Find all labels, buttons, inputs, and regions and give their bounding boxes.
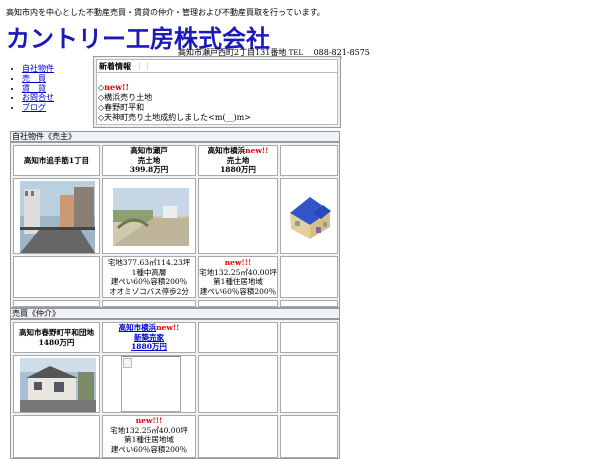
property-title-block[interactable]: 高知市横浜new!! 売土地 1880万円 [198,145,278,176]
new-badge: new!! [156,323,180,332]
property-title: 高知市横浜 [207,146,246,155]
property-title-block[interactable]: 高知市横浜new!! 新築売家 1880万円 [102,322,196,353]
property-photo-house[interactable] [20,358,96,412]
detail-cell: 宅地377.63㎡114.23坪 1種中高層 建ぺい60％容積200％ オオミゾ… [102,256,196,298]
photo-cell[interactable] [102,178,196,254]
broken-image-icon[interactable] [121,356,181,412]
detail-cell [280,256,338,298]
nav-link-own[interactable]: 自社物件 [22,64,54,73]
detail-line: 宅地132.25㎡40.00坪 [199,267,277,277]
property-title-row: 高知市横浜new!! [199,146,277,156]
news-title-pipes: ｜｜ [135,62,152,71]
site-nav: 自社物件 売 買 賃 貸 お問合せ ブログ [10,64,54,113]
news-box: 新着情報 ｜｜ ◇new!! ◇横浜売り土地 ◇春野町平和 ◇天神町売り土地成約… [93,56,341,128]
broker-property-grid: 高知市春野町平和団地 1480万円 高知市横浜new!! 新築売家 1880万円… [10,319,340,459]
detail-line: 1種中高層 [131,267,167,277]
detail-cell: new!!! 宅地132.25㎡40.00坪 第1種住居地域 建ぺい60％容積2… [198,256,278,298]
spacer-cell [102,300,196,307]
own-property-grid: 高知市追手筋1丁目 高知市瀬戸 売土地 399.8万円 高知市横浜new!! 売… [10,142,340,308]
property-title-row: 高知市横浜new!! [103,323,195,333]
news-item[interactable]: ◇横浜売り土地 [98,93,251,103]
property-price: 1480万円 [38,337,75,347]
property-type: 売土地 [226,155,250,165]
house-illustration[interactable] [285,191,335,241]
detail-cell [280,415,338,458]
nav-link-buy[interactable]: 売 買 [22,74,46,83]
detail-line: 建ぺい60％容積200％ [110,444,188,454]
property-title[interactable]: 高知市追手筋1丁目 [13,145,100,176]
nav-item-contact[interactable]: お問合せ [22,93,54,103]
broken-image-glyph [123,358,132,368]
detail-cell [13,256,100,298]
spacer-cell [13,300,100,307]
intro-text: 高知市内を中心とした不動産売買・賃貸の仲介・管理および不動産買取を行っています。 [6,8,325,17]
new-badge: new!!! [224,258,252,267]
property-photo-street[interactable] [20,181,95,253]
news-new-badge: new!! [104,82,129,92]
empty-cell [280,322,338,353]
detail-line: 建ぺい60％容積200％ [110,277,188,286]
nav-item-rent[interactable]: 賃 貸 [22,84,54,94]
property-photo-land[interactable] [113,188,189,246]
property-price-link[interactable]: 1880万円 [103,342,195,352]
property-title-block[interactable]: 高知市瀬戸 売土地 399.8万円 [102,145,196,176]
news-item[interactable]: ◇春野町平和 [98,103,251,113]
spacer-cell [280,300,338,307]
nav-link-blog[interactable]: ブログ [22,103,46,112]
nav-link-contact[interactable]: お問合せ [22,93,54,102]
property-title: 高知市瀬戸 [130,146,168,155]
nav-item-own[interactable]: 自社物件 [22,64,54,74]
section-broker-label: 売買《仲介》 [10,308,340,319]
news-item[interactable]: ◇天神町売り土地成約しました<m(__)m> [98,113,251,123]
property-title: 高知市春野町平和団地 [19,328,94,337]
nav-item-blog[interactable]: ブログ [22,103,54,113]
detail-line: 第1種住居地域 [213,277,263,286]
photo-cell[interactable] [280,178,338,254]
detail-cell [13,415,100,458]
empty-cell [198,322,278,353]
photo-cell [198,178,278,254]
photo-cell[interactable] [13,178,100,254]
property-type-link[interactable]: 新築売家 [103,333,195,343]
news-title: 新着情報 [99,61,131,71]
news-header: 新着情報 ｜｜ [97,60,337,73]
new-badge: new!! [245,146,269,155]
spacer-cell [198,300,278,307]
section-own-label: 自社物件《売主》 [10,131,340,142]
photo-cell [280,355,338,413]
nav-item-buy[interactable]: 売 買 [22,74,54,84]
detail-line: 建ぺい60％容積200％ [199,286,277,296]
property-price: 399.8万円 [129,165,169,174]
detail-cell: new!!! 宅地132.25㎡40.00坪 第1種住居地域 建ぺい60％容積2… [102,415,196,458]
empty-cell [280,145,338,176]
property-type: 売土地 [137,155,161,165]
property-price: 1880万円 [220,165,256,174]
photo-cell[interactable] [102,355,196,413]
news-list: ◇new!! ◇横浜売り土地 ◇春野町平和 ◇天神町売り土地成約しました<m(_… [98,82,251,123]
photo-cell [198,355,278,413]
detail-line: 宅地132.25㎡40.00坪 [110,425,188,435]
photo-cell[interactable] [13,355,100,413]
detail-line: 宅地377.63㎡114.23坪 [107,258,191,267]
property-title-block[interactable]: 高知市春野町平和団地 1480万円 [13,322,100,353]
nav-link-rent[interactable]: 賃 貸 [22,84,46,93]
detail-line: オオミゾコバス停歩2分 [109,286,189,296]
property-link[interactable]: 高知市横浜 [119,323,157,332]
detail-line: 第1種住居地域 [124,435,174,444]
detail-cell [198,415,278,458]
news-new-row: ◇new!! [98,82,129,92]
new-badge: new!!! [135,416,163,425]
